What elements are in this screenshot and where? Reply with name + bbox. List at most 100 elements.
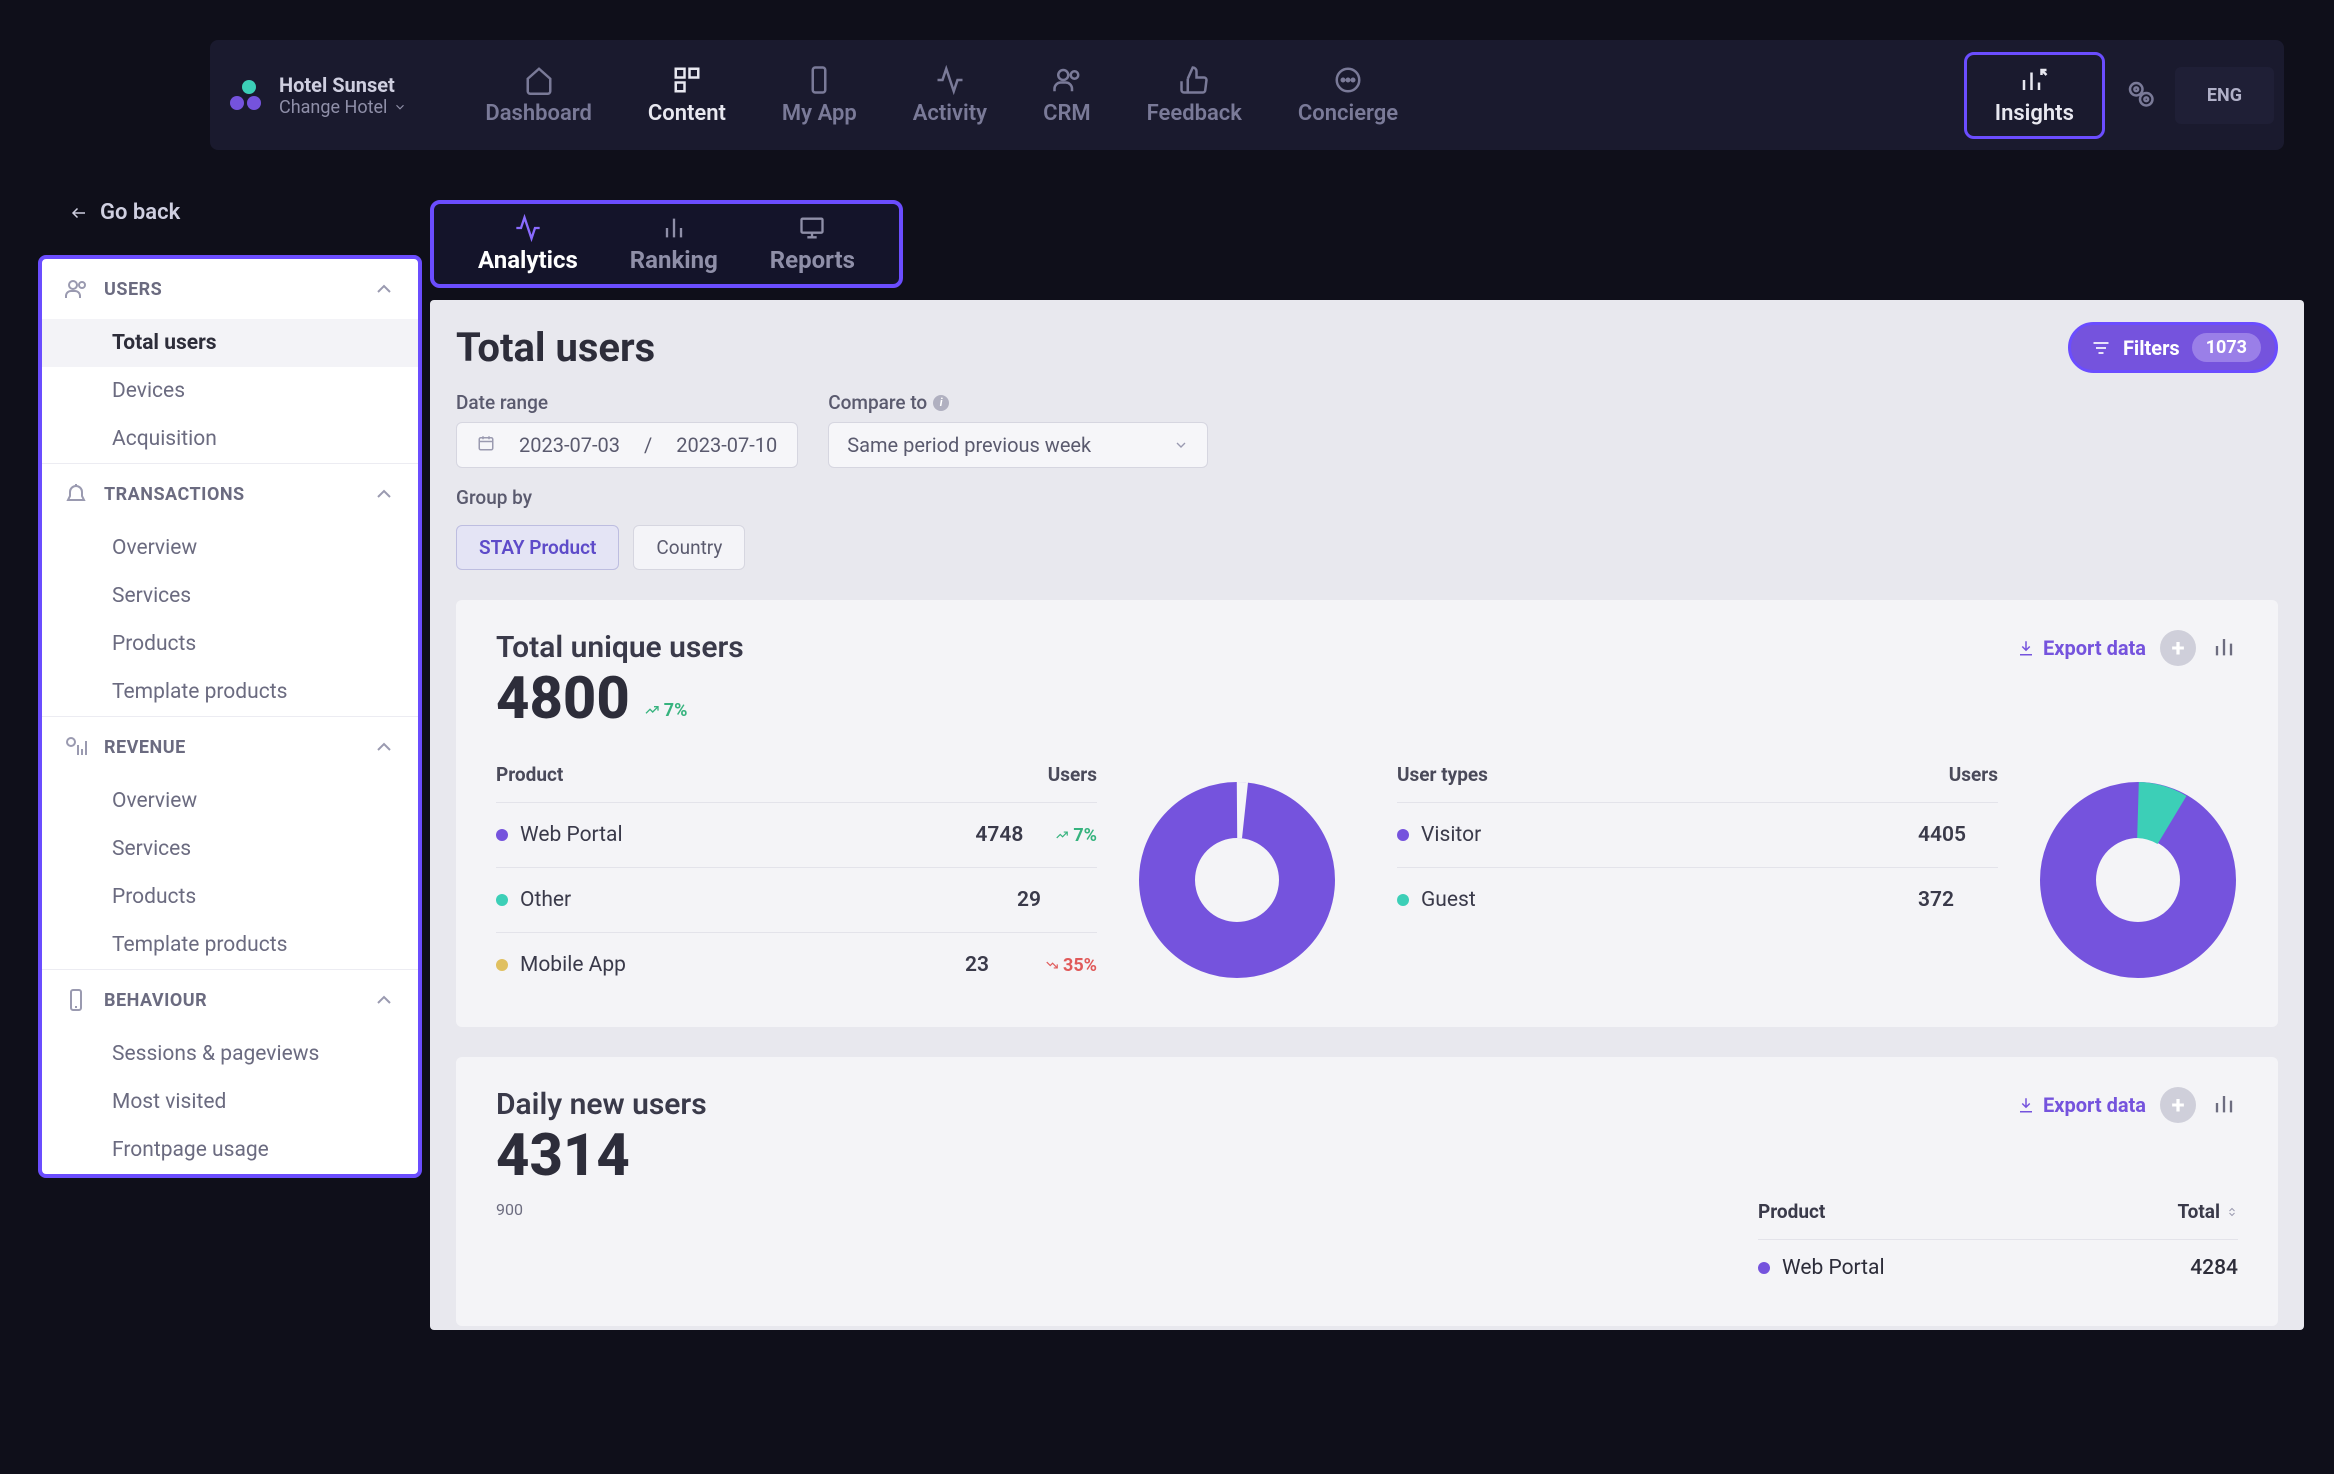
row-value: 4405 xyxy=(1918,823,1998,847)
content-area: Total users Filters 1073 Date range 2023… xyxy=(430,300,2304,1330)
filters-button[interactable]: Filters 1073 xyxy=(2068,322,2278,373)
col-product: Product xyxy=(1758,1200,2177,1223)
bar-chart-icon xyxy=(2210,632,2238,660)
calendar-icon xyxy=(477,433,495,457)
nav-label: Feedback xyxy=(1147,101,1242,126)
groupby-country[interactable]: Country xyxy=(633,525,745,570)
col-total-label: Total xyxy=(2177,1200,2220,1223)
row-name: Web Portal xyxy=(1782,1256,1885,1280)
phone-icon xyxy=(64,988,88,1012)
sidebar-section-users[interactable]: USERS xyxy=(42,259,418,319)
sidebar-item-tx-services[interactable]: Services xyxy=(42,572,418,620)
chart-type-button[interactable] xyxy=(2210,1089,2238,1121)
info-icon[interactable]: i xyxy=(933,395,949,411)
total-unique-users-value: 4800 xyxy=(496,665,630,733)
trend-up-icon xyxy=(644,702,660,718)
brand: Hotel Sunset Change Hotel xyxy=(230,40,467,150)
nav-myapp[interactable]: My App xyxy=(764,59,875,132)
users-icon xyxy=(1052,65,1082,95)
thumbs-up-icon xyxy=(1179,65,1209,95)
download-icon xyxy=(2017,1096,2035,1114)
chart-type-button[interactable] xyxy=(2210,632,2238,664)
subtab-analytics[interactable]: Analytics xyxy=(452,214,604,274)
sidebar-section-revenue[interactable]: REVENUE xyxy=(42,716,418,777)
export-data-button[interactable]: Export data xyxy=(2017,1093,2146,1117)
sidebar-item-sessions[interactable]: Sessions & pageviews xyxy=(42,1030,418,1078)
nav-label: Content xyxy=(648,101,726,126)
row-name: Other xyxy=(520,888,571,912)
subtab-label: Ranking xyxy=(630,246,718,274)
activity-icon xyxy=(935,65,965,95)
col-product: Product xyxy=(496,763,1048,786)
subtab-reports[interactable]: Reports xyxy=(744,214,881,274)
card-daily-new-users: Daily new users 4314 Export data + xyxy=(456,1057,2278,1326)
download-icon xyxy=(2017,639,2035,657)
sidebar-section-behaviour[interactable]: BEHAVIOUR xyxy=(42,969,418,1030)
gear-icon xyxy=(2125,78,2155,108)
sidebar-item-tx-template[interactable]: Template products xyxy=(42,668,418,716)
nav-content[interactable]: Content xyxy=(630,59,744,132)
nav-concierge[interactable]: Concierge xyxy=(1280,59,1416,132)
sidebar-item-rev-services[interactable]: Services xyxy=(42,825,418,873)
sidebar-item-devices[interactable]: Devices xyxy=(42,367,418,415)
sidebar-item-tx-products[interactable]: Products xyxy=(42,620,418,668)
filters-count-badge: 1073 xyxy=(2192,333,2261,362)
col-total-sort[interactable]: Total xyxy=(2177,1200,2238,1223)
subtabs: Analytics Ranking Reports xyxy=(430,200,903,288)
add-button[interactable]: + xyxy=(2160,630,2196,666)
date-to: 2023-07-10 xyxy=(676,433,777,457)
sidebar-item-frontpage[interactable]: Frontpage usage xyxy=(42,1126,418,1174)
row-value: 4284 xyxy=(2190,1256,2238,1280)
card-title: Total unique users xyxy=(496,630,744,665)
subtab-ranking[interactable]: Ranking xyxy=(604,214,744,274)
sidebar-item-rev-products[interactable]: Products xyxy=(42,873,418,921)
nav-activity[interactable]: Activity xyxy=(895,59,1005,132)
groupby-stay-product[interactable]: STAY Product xyxy=(456,525,619,570)
change-hotel-button[interactable]: Change Hotel xyxy=(279,97,407,118)
add-button[interactable]: + xyxy=(2160,1087,2196,1123)
row-name: Web Portal xyxy=(520,823,623,847)
row-value: 29 xyxy=(1017,888,1097,912)
trend-value: 7% xyxy=(1073,825,1097,846)
row-name: Guest xyxy=(1421,888,1476,912)
sidebar-item-most-visited[interactable]: Most visited xyxy=(42,1078,418,1126)
sidebar-item-rev-overview[interactable]: Overview xyxy=(42,777,418,825)
hotel-name: Hotel Sunset xyxy=(279,73,407,97)
nav-dashboard[interactable]: Dashboard xyxy=(467,59,609,132)
sidebar-item-tx-overview[interactable]: Overview xyxy=(42,524,418,572)
sidebar-item-total-users[interactable]: Total users xyxy=(42,319,418,367)
subtab-label: Reports xyxy=(770,246,855,274)
chat-icon xyxy=(1333,65,1363,95)
language-button[interactable]: ENG xyxy=(2175,67,2274,124)
sidebar-item-rev-template[interactable]: Template products xyxy=(42,921,418,969)
ranking-icon xyxy=(660,214,688,242)
section-label: BEHAVIOUR xyxy=(104,990,207,1011)
export-data-button[interactable]: Export data xyxy=(2017,636,2146,660)
legend-dot xyxy=(496,894,508,906)
chevron-up-icon xyxy=(372,988,396,1012)
sidebar-item-acquisition[interactable]: Acquisition xyxy=(42,415,418,463)
col-usertypes: User types xyxy=(1397,763,1949,786)
phone-icon xyxy=(804,65,834,95)
nav-crm[interactable]: CRM xyxy=(1025,59,1109,132)
settings-button[interactable] xyxy=(2125,78,2155,112)
trend-value: 7% xyxy=(664,700,688,721)
row-value: 372 xyxy=(1918,888,1998,912)
nav-label: Concierge xyxy=(1298,101,1398,126)
go-back-button[interactable]: Go back xyxy=(30,200,430,255)
section-label: USERS xyxy=(104,279,162,300)
compare-label-wrap: Compare to i xyxy=(828,391,1208,414)
nav-feedback[interactable]: Feedback xyxy=(1129,59,1260,132)
compare-select[interactable]: Same period previous week xyxy=(828,422,1208,468)
table-row: Web Portal 4284 xyxy=(1758,1239,2238,1296)
presentation-icon xyxy=(798,214,826,242)
insights-icon xyxy=(2019,65,2049,95)
revenue-icon xyxy=(64,735,88,759)
card-total-unique-users: Total unique users 4800 7% xyxy=(456,600,2278,1027)
sidebar-section-transactions[interactable]: TRANSACTIONS xyxy=(42,463,418,524)
date-range-picker[interactable]: 2023-07-03 / 2023-07-10 xyxy=(456,422,798,468)
row-name: Mobile App xyxy=(520,953,626,977)
trend-up-icon xyxy=(1055,828,1069,842)
nav-insights[interactable]: Insights xyxy=(1964,52,2105,139)
sort-icon xyxy=(2226,1205,2238,1219)
